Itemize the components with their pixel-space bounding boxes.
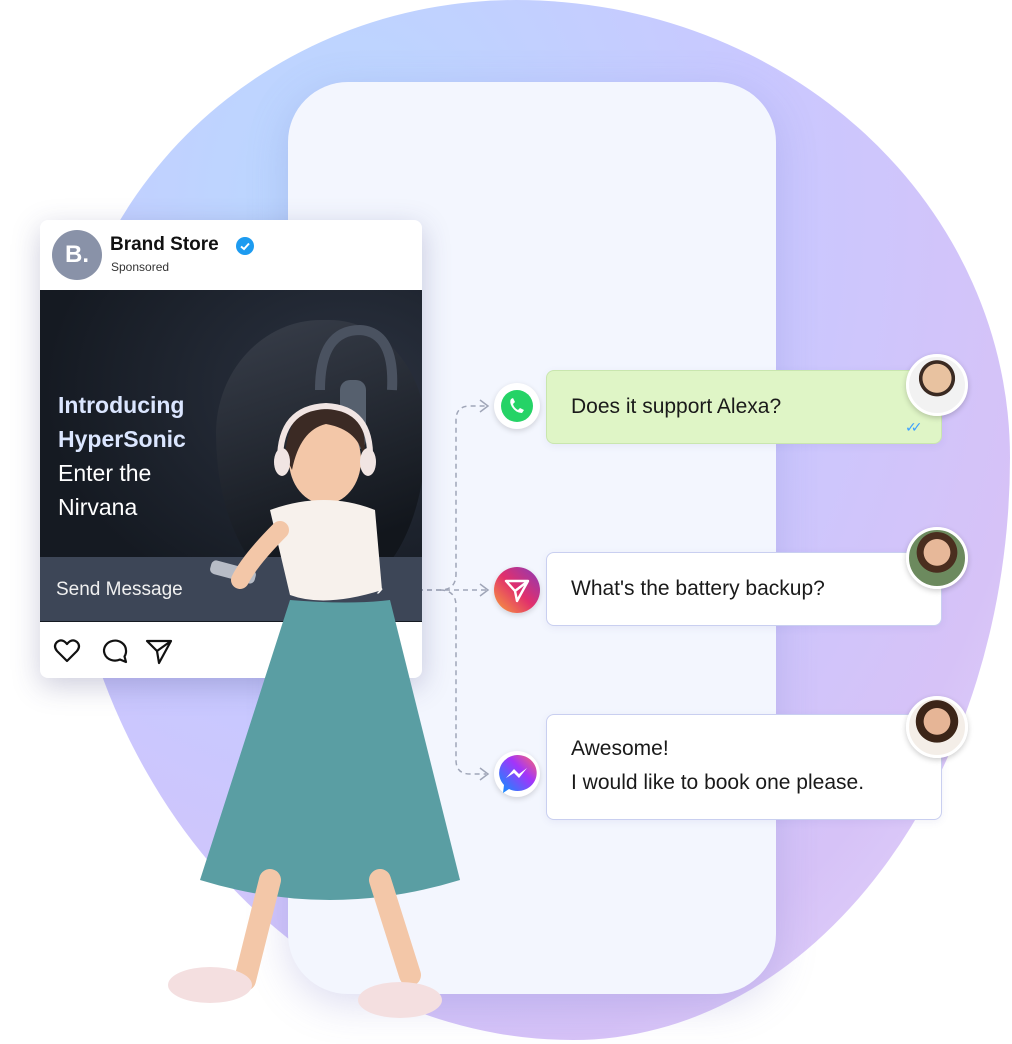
comment-icon[interactable] bbox=[100, 636, 130, 666]
instagram-direct-icon[interactable] bbox=[494, 567, 540, 613]
chat-message: Does it support Alexa? bbox=[571, 395, 782, 418]
avatar[interactable] bbox=[906, 354, 968, 416]
read-receipt-icon: ✓✓ bbox=[905, 419, 923, 435]
avatar[interactable] bbox=[906, 527, 968, 589]
brand-name[interactable]: Brand Store bbox=[110, 234, 219, 256]
brand-avatar[interactable]: B. bbox=[52, 230, 102, 280]
chat-bubble-whatsapp[interactable]: Does it support Alexa? ✓✓ bbox=[546, 370, 942, 444]
sponsored-label: Sponsored bbox=[111, 260, 170, 274]
whatsapp-icon[interactable] bbox=[494, 383, 540, 429]
chat-message: What's the battery backup? bbox=[571, 577, 825, 600]
chat-bubble-messenger[interactable]: Awesome! I would like to book one please… bbox=[546, 714, 942, 820]
girl-illustration bbox=[168, 402, 460, 1018]
messenger-icon[interactable] bbox=[494, 751, 540, 797]
chat-bubble-instagram[interactable]: What's the battery backup? bbox=[546, 552, 942, 626]
chat-message-line1: Awesome! bbox=[571, 737, 669, 760]
avatar[interactable] bbox=[906, 696, 968, 758]
ad-header: B. Brand Store Sponsored bbox=[40, 220, 422, 290]
chat-message-line2: I would like to book one please. bbox=[571, 771, 865, 794]
heart-icon[interactable] bbox=[52, 636, 82, 666]
verified-badge-icon bbox=[236, 237, 254, 255]
